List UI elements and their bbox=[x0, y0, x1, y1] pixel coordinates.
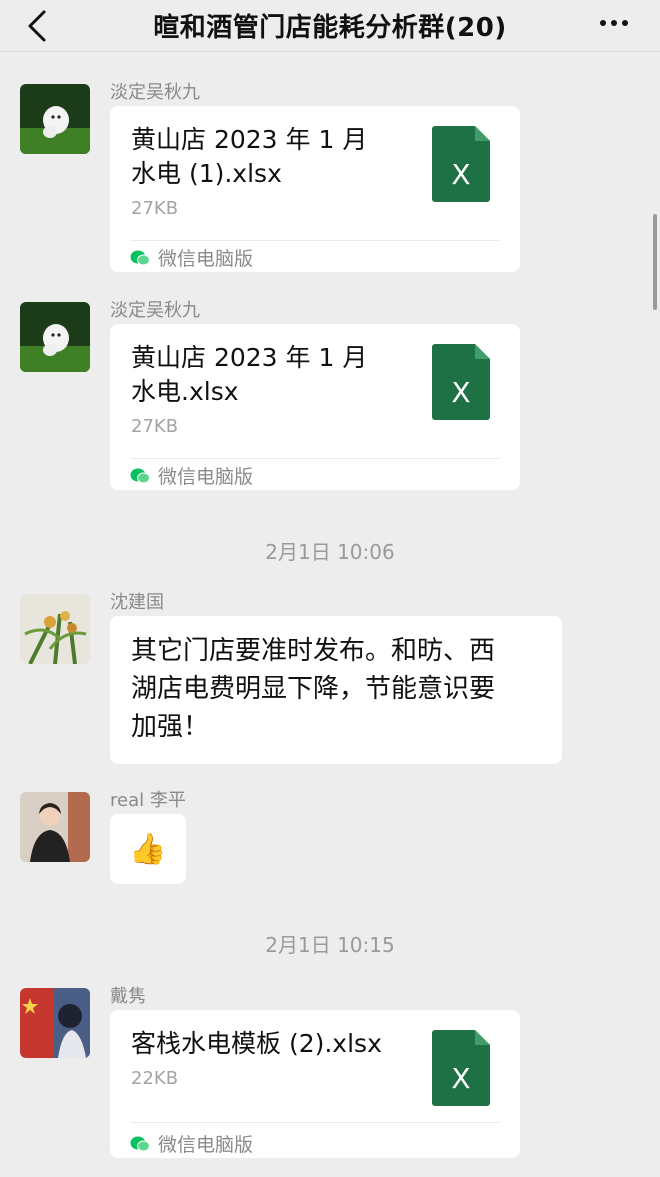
file-name-line2: 水电 (1).xlsx bbox=[131, 159, 282, 188]
file-bubble[interactable]: 黄山店 2023 年 1 月 水电 (1).xlsx 27KB X 微信电脑版 bbox=[110, 106, 520, 272]
thumbs-up-emoji: 👍 bbox=[129, 831, 167, 867]
sender-name: 淡定吴秋九 bbox=[110, 300, 200, 321]
message-text-line1: 其它门店要准时发布。和昉、西 bbox=[131, 636, 496, 666]
emoji-bubble[interactable]: 👍 bbox=[110, 814, 186, 884]
svg-text:X: X bbox=[451, 376, 470, 409]
file-name-line1: 客栈水电模板 (2).xlsx bbox=[131, 1029, 382, 1058]
divider bbox=[130, 458, 500, 459]
excel-file-icon: X bbox=[432, 126, 490, 202]
dog-avatar-image bbox=[20, 302, 90, 372]
dog-avatar-image bbox=[20, 84, 90, 154]
avatar[interactable] bbox=[20, 988, 90, 1058]
file-bubble[interactable]: 客栈水电模板 (2).xlsx 22KB X 微信电脑版 bbox=[110, 1010, 520, 1158]
sender-name: real 李平 bbox=[110, 790, 186, 811]
message-text-line2: 湖店电费明显下降，节能意识要 bbox=[131, 674, 496, 704]
file-size: 22KB bbox=[131, 1068, 179, 1089]
sender-name: 戴隽 bbox=[110, 986, 146, 1007]
more-dot bbox=[600, 20, 606, 26]
sender-name: 沈建国 bbox=[110, 592, 164, 613]
file-source-label: 微信电脑版 bbox=[158, 248, 254, 270]
message-text-line3: 加强！ bbox=[131, 712, 210, 742]
file-source: 微信电脑版 bbox=[130, 244, 253, 271]
svg-text:X: X bbox=[451, 1062, 470, 1095]
file-source: 微信电脑版 bbox=[130, 462, 253, 489]
file-size: 27KB bbox=[131, 198, 179, 219]
avatar[interactable] bbox=[20, 84, 90, 154]
chat-header: 暄和酒管门店能耗分析群(20) bbox=[0, 0, 660, 52]
flower-avatar-image bbox=[20, 594, 90, 664]
person-avatar-image bbox=[20, 792, 90, 862]
chat-title: 暄和酒管门店能耗分析群(20) bbox=[153, 13, 507, 43]
more-dot bbox=[611, 20, 617, 26]
file-size: 27KB bbox=[131, 416, 179, 437]
file-name-line1: 黄山店 2023 年 1 月 bbox=[131, 125, 368, 154]
file-source-label: 微信电脑版 bbox=[158, 466, 254, 488]
timestamp: 2月1日 10:15 bbox=[265, 933, 395, 957]
file-name-line1: 黄山店 2023 年 1 月 bbox=[131, 343, 368, 372]
wechat-icon bbox=[130, 250, 150, 265]
file-bubble[interactable]: 黄山店 2023 年 1 月 水电.xlsx 27KB X 微信电脑版 bbox=[110, 324, 520, 490]
wechat-icon bbox=[130, 1136, 150, 1151]
excel-file-icon: X bbox=[432, 1030, 490, 1106]
flag-avatar-image bbox=[20, 988, 90, 1058]
sender-name: 淡定吴秋九 bbox=[110, 82, 200, 103]
excel-file-icon: X bbox=[432, 344, 490, 420]
scrollbar[interactable] bbox=[653, 214, 657, 310]
file-name-line2: 水电.xlsx bbox=[131, 377, 239, 406]
text-bubble[interactable]: 其它门店要准时发布。和昉、西 湖店电费明显下降，节能意识要 加强！ bbox=[110, 616, 562, 764]
timestamp: 2月1日 10:06 bbox=[265, 540, 395, 564]
more-button[interactable] bbox=[594, 8, 634, 38]
avatar[interactable] bbox=[20, 594, 90, 664]
svg-text:X: X bbox=[451, 158, 470, 191]
divider bbox=[130, 1122, 500, 1123]
divider bbox=[130, 240, 500, 241]
file-source: 微信电脑版 bbox=[130, 1130, 253, 1157]
file-source-label: 微信电脑版 bbox=[158, 1134, 254, 1156]
more-dot bbox=[622, 20, 628, 26]
avatar[interactable] bbox=[20, 792, 90, 862]
avatar[interactable] bbox=[20, 302, 90, 372]
wechat-icon bbox=[130, 468, 150, 483]
